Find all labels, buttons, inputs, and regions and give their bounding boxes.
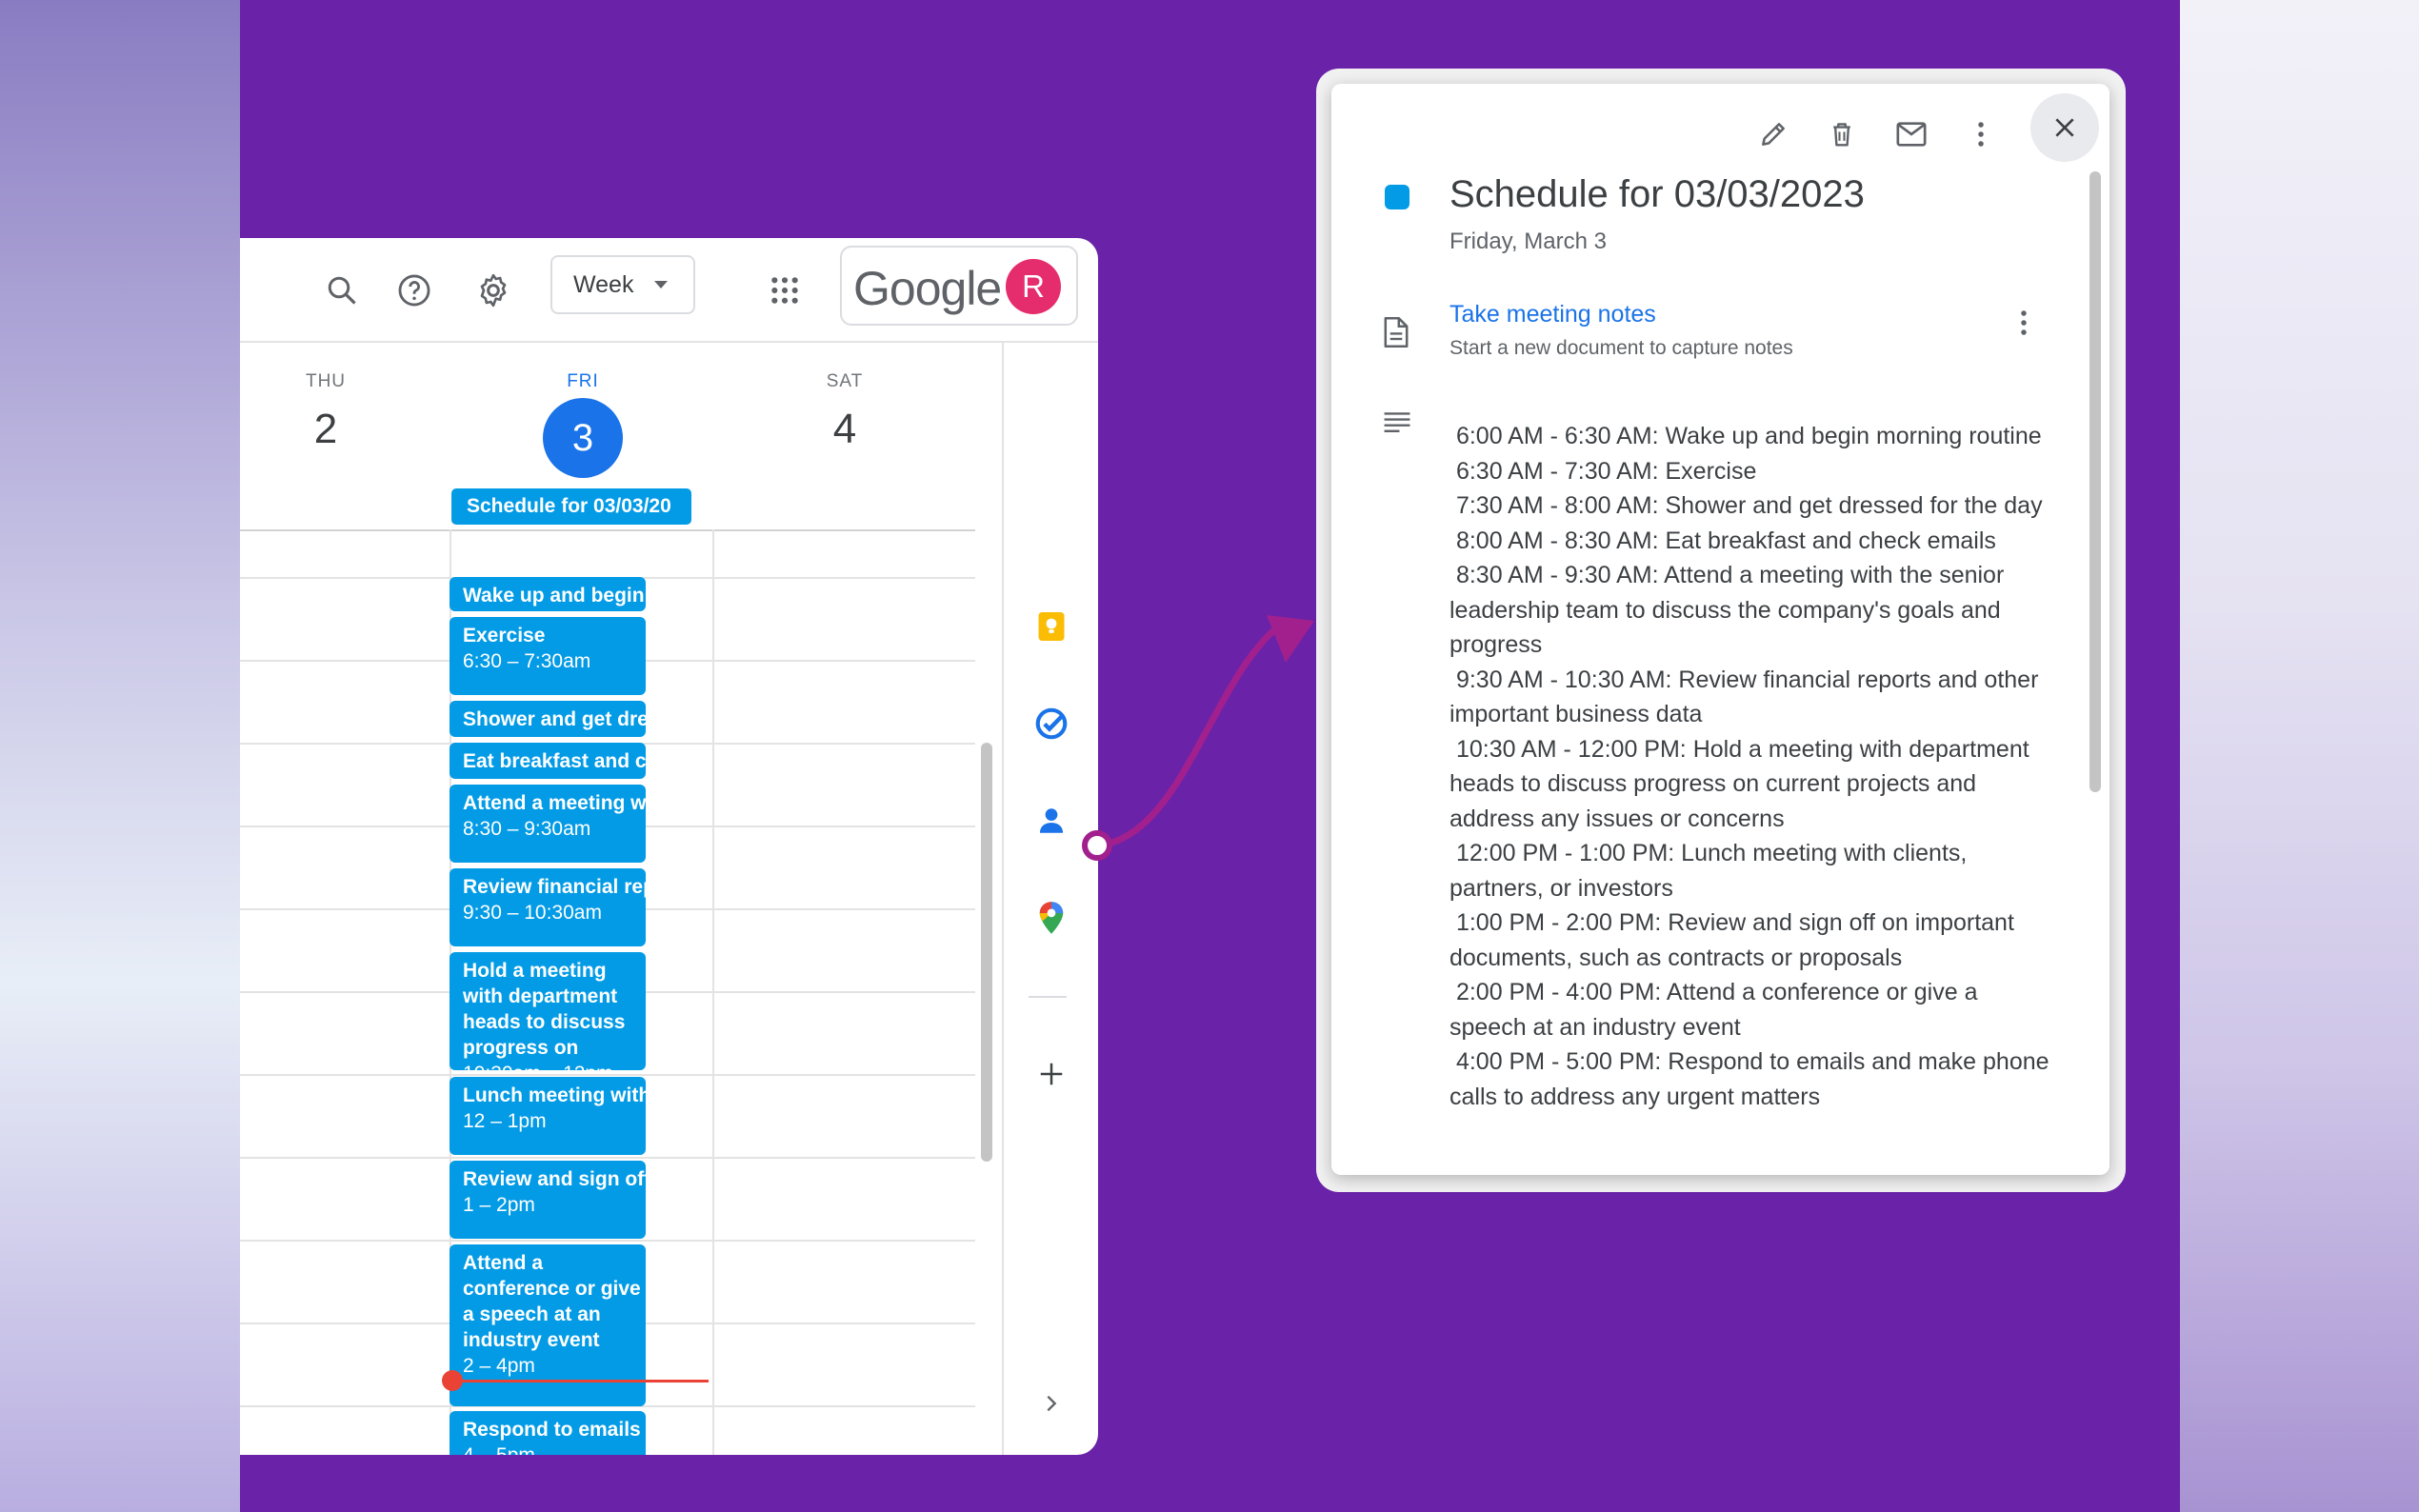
grid-line: [240, 1157, 975, 1159]
notes-subtitle: Start a new document to capture notes: [1449, 337, 1793, 359]
calendar-scrollbar[interactable]: [981, 743, 992, 1162]
help-icon[interactable]: [390, 267, 438, 314]
event-time: 10:30am – 12pm: [463, 1061, 646, 1070]
event-title: Wake up and begin morn: [463, 585, 646, 607]
document-icon: [1383, 316, 1409, 353]
calendar-event[interactable]: Hold a meeting with department heads to …: [450, 952, 646, 1070]
event-time: 4 – 5pm: [463, 1442, 646, 1455]
calendar-event[interactable]: Attend a meeting with th 8:30 – 9:30am: [450, 785, 646, 863]
take-meeting-notes-link[interactable]: Take meeting notes: [1449, 301, 1656, 328]
grid-line: [240, 529, 975, 531]
description-line: 1:00 PM - 2:00 PM: Review and sign off o…: [1449, 909, 2021, 971]
google-logo: Google: [853, 262, 1002, 315]
calendar-event[interactable]: Review financial reports 9:30 – 10:30am: [450, 868, 646, 946]
calendar-event[interactable]: Review and sign off on i 1 – 2pm: [450, 1161, 646, 1239]
description-line: 6:30 AM - 7:30 AM: Exercise: [1449, 457, 1757, 485]
view-selector[interactable]: Week: [550, 255, 695, 314]
keep-icon[interactable]: [1029, 604, 1074, 649]
calendar-event[interactable]: Wake up and begin morn: [450, 577, 646, 611]
chevron-down-icon: [654, 281, 669, 288]
event-title: Attend a meeting with th: [463, 792, 646, 814]
allday-event-chip[interactable]: Schedule for 03/03/20: [451, 488, 691, 525]
chevron-right-icon[interactable]: [1029, 1381, 1074, 1426]
event-time: 1 – 2pm: [463, 1194, 535, 1216]
divider: [1029, 996, 1067, 998]
description-line: 7:30 AM - 8:00 AM: Shower and get dresse…: [1449, 492, 2043, 519]
settings-gear-icon[interactable]: [470, 267, 517, 314]
description-line: 6:00 AM - 6:30 AM: Wake up and begin mor…: [1449, 423, 2042, 449]
calendar-event[interactable]: Eat breakfast and check: [450, 743, 646, 779]
day-of-week: FRI: [567, 371, 599, 391]
event-title: Review and sign off on i: [463, 1168, 646, 1190]
notes-more-options-icon[interactable]: [2019, 308, 2029, 342]
grid-line: [240, 1240, 975, 1242]
background-left: [0, 0, 240, 1512]
current-time-line: [451, 1380, 709, 1383]
calendar-event[interactable]: Respond to emails and r 4 – 5pm: [450, 1411, 646, 1455]
side-panel: [1002, 343, 1098, 1455]
event-title: Shower and get dressed: [463, 708, 646, 730]
event-color-swatch: [1385, 185, 1409, 209]
popup-scrollbar[interactable]: [2089, 171, 2101, 792]
event-title: Lunch meeting with clie: [463, 1084, 646, 1106]
more-options-icon[interactable]: [1955, 109, 2007, 160]
event-time: 2 – 4pm: [463, 1355, 535, 1377]
avatar[interactable]: R: [1006, 259, 1061, 314]
today-indicator: 3: [543, 398, 623, 478]
description-line: 8:00 AM - 8:30 AM: Eat breakfast and che…: [1449, 527, 1996, 554]
apps-grid-icon[interactable]: [761, 267, 809, 314]
event-time: 8:30 – 9:30am: [463, 818, 591, 840]
day-header-fri[interactable]: FRI 3: [535, 371, 630, 478]
add-addon-icon[interactable]: [1029, 1051, 1074, 1097]
description-line: 9:30 AM - 10:30 AM: Review financial rep…: [1449, 666, 2046, 728]
event-time: 6:30 – 7:30am: [463, 650, 591, 672]
search-icon[interactable]: [318, 267, 366, 314]
description-line: 12:00 PM - 1:00 PM: Lunch meeting with c…: [1449, 840, 1974, 902]
description-icon: [1383, 411, 1411, 437]
event-title: Schedule for 03/03/2023: [1449, 173, 1865, 215]
view-selector-label: Week: [573, 270, 634, 298]
calendar-event[interactable]: Exercise 6:30 – 7:30am: [450, 617, 646, 695]
event-title: Hold a meeting with department heads to …: [463, 960, 626, 1059]
event-title: Exercise: [463, 625, 546, 647]
description-line: 2:00 PM - 4:00 PM: Attend a conference o…: [1449, 979, 1985, 1041]
close-icon[interactable]: [2030, 93, 2099, 162]
day-header-sat[interactable]: SAT 4: [797, 371, 892, 453]
delete-trash-icon[interactable]: [1816, 109, 1868, 160]
background-right: [2180, 0, 2419, 1512]
event-time: 9:30 – 10:30am: [463, 902, 602, 924]
event-detail-popup: Schedule for 03/03/2023 Friday, March 3 …: [1331, 84, 2109, 1175]
event-time: 12 – 1pm: [463, 1110, 547, 1132]
day-of-week: THU: [305, 371, 347, 391]
grid-line: [240, 1074, 975, 1076]
day-number: 2: [313, 406, 338, 452]
google-account-box[interactable]: Google R: [840, 246, 1078, 326]
tasks-icon[interactable]: [1029, 701, 1074, 746]
description-line: 10:30 AM - 12:00 PM: Hold a meeting with…: [1449, 735, 2036, 832]
event-date: Friday, March 3: [1449, 229, 1607, 254]
calendar-toolbar: Week Google R: [240, 238, 1098, 343]
event-title: Respond to emails and r: [463, 1419, 646, 1441]
day-header-thu[interactable]: THU 2: [278, 371, 373, 453]
calendar-event[interactable]: Shower and get dressed: [450, 701, 646, 737]
grid-column-line: [712, 529, 714, 1455]
day-of-week: SAT: [826, 371, 864, 391]
event-title: Eat breakfast and check: [463, 750, 646, 772]
contacts-icon[interactable]: [1029, 798, 1074, 844]
description-line: 8:30 AM - 9:30 AM: Attend a meeting with…: [1449, 562, 2011, 658]
current-time-dot: [442, 1370, 463, 1391]
description-line: 4:00 PM - 5:00 PM: Respond to emails and…: [1449, 1048, 2056, 1110]
email-envelope-icon[interactable]: [1886, 109, 1937, 160]
calendar-panel: Week Google R THU 2 FRI 3 SAT 4 Schedule…: [240, 238, 1098, 1455]
maps-icon[interactable]: [1029, 895, 1074, 941]
calendar-event[interactable]: Lunch meeting with clie 12 – 1pm: [450, 1077, 646, 1155]
edit-pencil-icon[interactable]: [1748, 109, 1799, 160]
day-number: 4: [832, 406, 857, 452]
event-description: 6:00 AM - 6:30 AM: Wake up and begin mor…: [1449, 419, 2059, 1114]
event-title: Attend a conference or give a speech at …: [463, 1252, 641, 1351]
event-title: Review financial reports: [463, 876, 646, 898]
